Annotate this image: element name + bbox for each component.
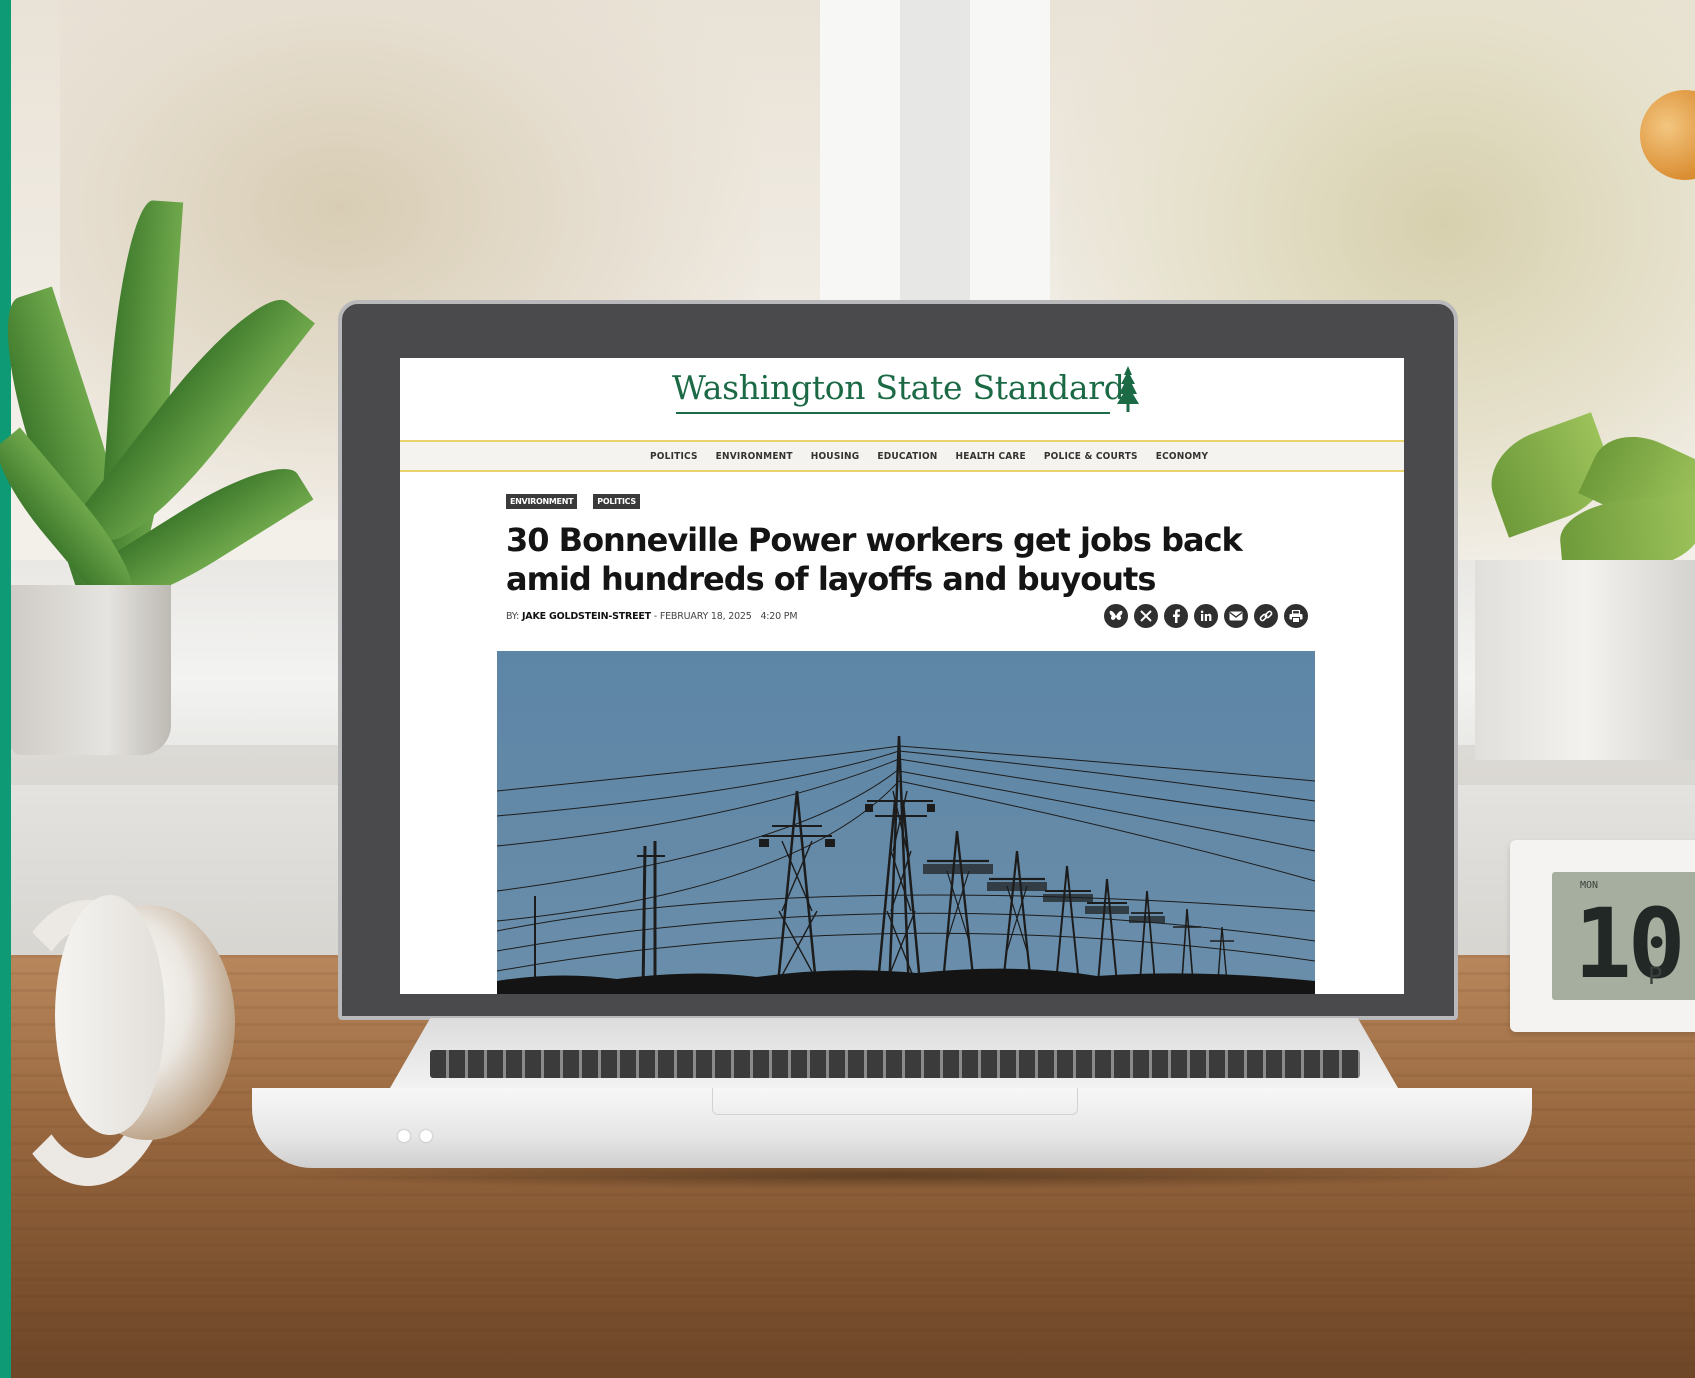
facebook-icon[interactable] <box>1164 604 1188 628</box>
status-light <box>398 1130 410 1142</box>
nav-item-housing[interactable]: HOUSING <box>811 451 860 462</box>
byline-time: 4:20 PM <box>760 611 798 622</box>
link-icon[interactable] <box>1254 604 1278 628</box>
byline-prefix: BY: <box>506 611 520 622</box>
nav-item-police-courts[interactable]: POLICE & COURTS <box>1044 451 1138 462</box>
laptop-keyboard <box>430 1050 1360 1078</box>
site-masthead: Washington State Standard <box>400 358 1404 440</box>
tag-politics[interactable]: POLITICS <box>593 494 640 509</box>
byline-author[interactable]: JAKE GOLDSTEIN-STREET <box>522 611 651 622</box>
window-frame-shade <box>900 0 970 300</box>
site-logo[interactable]: Washington State Standard <box>672 368 1125 407</box>
evergreen-tree-icon <box>1117 366 1139 412</box>
article-byline: BY: JAKE GOLDSTEIN-STREET - FEBRUARY 18,… <box>506 611 798 622</box>
article-hero-image <box>497 651 1315 994</box>
bluesky-icon[interactable] <box>1104 604 1128 628</box>
plant-pot-right <box>1475 560 1695 760</box>
email-icon[interactable] <box>1224 604 1248 628</box>
power-transmission-towers-photo <box>497 735 1315 994</box>
clock-time: 10: <box>1574 888 1695 1000</box>
headphones-ear-cup-inner <box>55 895 165 1135</box>
tag-environment[interactable]: ENVIRONMENT <box>506 494 578 509</box>
clock-ampm: P <box>1648 962 1663 990</box>
print-icon[interactable] <box>1284 604 1308 628</box>
article-headline: 30 Bonneville Power workers get jobs bac… <box>506 521 1243 598</box>
laptop-trackpad-notch <box>712 1088 1078 1115</box>
left-accent-stripe <box>0 0 11 1378</box>
share-buttons <box>1104 604 1308 628</box>
nav-item-environment[interactable]: ENVIRONMENT <box>716 451 793 462</box>
plant-pot-left <box>11 585 171 755</box>
article-tags: ENVIRONMENT POLITICS <box>506 494 640 509</box>
nav-item-politics[interactable]: POLITICS <box>650 451 698 462</box>
nav-items: POLITICS ENVIRONMENT HOUSING EDUCATION H… <box>650 442 1208 470</box>
status-light <box>420 1130 432 1142</box>
laptop-screen-webpage: Washington State Standard POLITICS ENVIR… <box>400 358 1404 994</box>
nav-item-health-care[interactable]: HEALTH CARE <box>956 451 1026 462</box>
byline-date: FEBRUARY 18, 2025 <box>659 611 752 622</box>
nav-item-economy[interactable]: ECONOMY <box>1156 451 1208 462</box>
linkedin-icon[interactable] <box>1194 604 1218 628</box>
logo-underline <box>676 412 1110 414</box>
main-navigation: POLITICS ENVIRONMENT HOUSING EDUCATION H… <box>400 440 1404 472</box>
x-icon[interactable] <box>1134 604 1158 628</box>
nav-item-education[interactable]: EDUCATION <box>877 451 937 462</box>
byline-separator: - <box>653 611 658 622</box>
